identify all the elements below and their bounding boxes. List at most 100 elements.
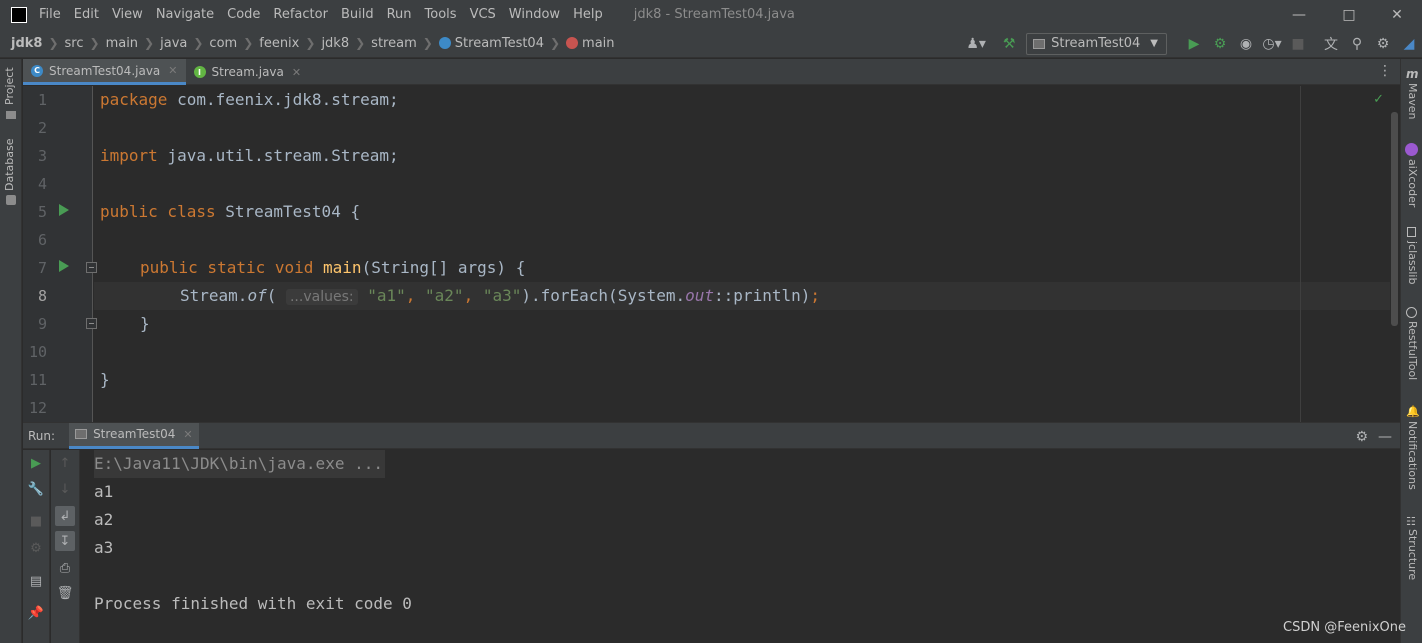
intellij-logo-icon[interactable] xyxy=(11,6,27,23)
class-icon xyxy=(438,37,451,49)
close-icon[interactable]: ✕ xyxy=(183,428,192,441)
build-hammer-icon[interactable]: ⚒ xyxy=(997,32,1021,56)
breadcrumb-src[interactable]: src xyxy=(65,36,84,51)
aixcoder-tool-tab[interactable]: aiXcoder xyxy=(1406,159,1419,207)
notifications-tool-tab[interactable]: Notifications xyxy=(1406,421,1419,490)
line-number: 11 xyxy=(28,371,47,389)
menu-help[interactable]: Help xyxy=(573,7,603,22)
profile-icon[interactable]: ◷▾ xyxy=(1260,32,1284,56)
stop-icon[interactable]: ■ xyxy=(1286,32,1310,56)
minimize-button[interactable]: — xyxy=(1276,0,1322,29)
maximize-button[interactable]: □ xyxy=(1326,0,1372,29)
debug-icon[interactable]: ⚙ xyxy=(1208,32,1232,56)
static-field: out xyxy=(685,286,715,305)
breadcrumb-class[interactable]: StreamTest04 xyxy=(438,35,544,51)
pin-icon[interactable]: 📌 xyxy=(26,603,46,623)
breadcrumb-java[interactable]: java xyxy=(160,36,187,51)
menu-refactor[interactable]: Refactor xyxy=(273,7,328,22)
database-tool-tab[interactable]: Database xyxy=(3,139,16,192)
restfultool-tool-tab[interactable]: RestfulTool xyxy=(1406,321,1419,380)
run-main-gutter-icon[interactable] xyxy=(59,260,69,272)
run-icon[interactable]: ▶ xyxy=(1182,32,1206,56)
structure-tool-tab[interactable]: Structure xyxy=(1406,529,1419,580)
fold-icon[interactable] xyxy=(86,262,97,273)
chevron-right-icon: ❯ xyxy=(305,36,316,50)
menu-edit[interactable]: Edit xyxy=(74,7,99,22)
right-tool-stripe: m Maven aiXcoder jclasslib RestfulTool 🔔… xyxy=(1400,59,1422,643)
restfultool-tab-label: RestfulTool xyxy=(1406,321,1419,381)
project-tool-tab[interactable]: Project xyxy=(3,67,16,105)
scroll-to-end-icon[interactable]: ↧ xyxy=(55,531,75,551)
stop-icon[interactable]: ■ xyxy=(26,511,46,531)
wrench-icon[interactable]: 🔧 xyxy=(26,479,46,499)
menu-view[interactable]: View xyxy=(112,7,143,22)
code-line-8: Stream.of( ...values: "a1", "a2", "a3").… xyxy=(180,282,820,310)
rerun-icon[interactable]: ▶ xyxy=(26,453,46,473)
maven-tool-tab[interactable]: Maven xyxy=(1406,83,1419,119)
jclasslib-tool-tab[interactable]: jclasslib xyxy=(1406,241,1419,284)
line-number: 6 xyxy=(37,231,47,249)
debug-icon[interactable]: ⚙ xyxy=(26,538,46,558)
menu-file[interactable]: File xyxy=(39,7,61,22)
right-margin-guide xyxy=(1300,86,1301,422)
code-line-5: public class StreamTest04 { xyxy=(100,198,360,226)
jclasslib-icon xyxy=(1407,227,1416,237)
window-title: jdk8 - StreamTest04.java xyxy=(633,7,795,22)
fold-icon[interactable] xyxy=(86,318,97,329)
run-configuration-label: StreamTest04 xyxy=(1051,36,1141,51)
trash-icon[interactable]: 🗑 xyxy=(55,583,75,603)
coverage-icon[interactable]: ◉ xyxy=(1234,32,1258,56)
breadcrumb-stream[interactable]: stream xyxy=(371,36,417,51)
translate-icon[interactable]: 文 xyxy=(1319,32,1343,56)
arrow-down-icon[interactable]: ↓ xyxy=(55,479,75,499)
menu-vcs[interactable]: VCS xyxy=(470,7,496,22)
comma: , xyxy=(405,286,426,305)
run-configuration-select[interactable]: StreamTest04 ▼ xyxy=(1026,32,1167,55)
menu-code[interactable]: Code xyxy=(227,7,260,22)
breadcrumb-com[interactable]: com xyxy=(209,36,237,51)
jetbrains-toolbox-icon[interactable]: ◢ xyxy=(1397,32,1421,56)
more-tabs-icon[interactable]: ⋮ xyxy=(1378,63,1392,79)
breadcrumb-main[interactable]: main xyxy=(106,36,138,51)
tab-streamtest04[interactable]: C StreamTest04.java ✕ xyxy=(23,59,186,85)
breadcrumb-feenix[interactable]: feenix xyxy=(259,36,299,51)
arrow-up-icon[interactable]: ↑ xyxy=(55,453,75,473)
left-tool-stripe: Project Database xyxy=(0,59,22,643)
run-tab-streamtest04[interactable]: StreamTest04 ✕ xyxy=(69,422,199,449)
menu-window[interactable]: Window xyxy=(509,7,560,22)
editor-gutter[interactable]: 1 2 3 4 5 6 7 8 9 10 11 12 xyxy=(23,86,97,422)
main-toolbar: ♟▾ ⚒ StreamTest04 ▼ ▶ ⚙ ◉ ◷▾ ■ 文 ⚲ ⚙ ◢ xyxy=(963,29,1422,58)
soft-wrap-icon[interactable]: ↲ xyxy=(55,506,75,526)
breadcrumb-method[interactable]: main xyxy=(566,36,615,51)
close-icon[interactable]: ✕ xyxy=(292,66,301,79)
menu-tools[interactable]: Tools xyxy=(425,7,457,22)
settings-gear-icon[interactable]: ⚙ xyxy=(1355,429,1368,445)
editor-scrollbar[interactable] xyxy=(1391,112,1398,326)
line-number: 3 xyxy=(37,147,47,165)
parameter-hint: ...values: xyxy=(285,289,358,305)
menu-run[interactable]: Run xyxy=(387,7,412,22)
breadcrumb-jdk8-package[interactable]: jdk8 xyxy=(321,36,349,51)
menu-navigate[interactable]: Navigate xyxy=(156,7,214,22)
user-icon[interactable]: ♟▾ xyxy=(964,32,988,56)
print-icon[interactable]: ⎙ xyxy=(55,558,75,578)
code-editor[interactable]: 1 2 3 4 5 6 7 8 9 10 11 12 package com.f… xyxy=(23,86,1400,422)
jclasslib-tab-label: jclasslib xyxy=(1406,241,1419,285)
close-icon[interactable]: ✕ xyxy=(168,64,177,77)
close-window-button[interactable]: ✕ xyxy=(1374,0,1420,29)
run-class-gutter-icon[interactable] xyxy=(59,204,69,216)
hide-panel-icon[interactable]: — xyxy=(1378,429,1392,445)
menu-build[interactable]: Build xyxy=(341,7,374,22)
settings-gear-icon[interactable]: ⚙ xyxy=(1371,32,1395,56)
run-console-output[interactable]: E:\Java11\JDK\bin\java.exe ... a1 a2 a3 … xyxy=(81,450,1400,643)
watermark: CSDN @FeenixOne xyxy=(1283,620,1406,635)
layout-icon[interactable]: ▤ xyxy=(26,571,46,591)
no-problems-check-icon[interactable]: ✓ xyxy=(1373,92,1384,107)
console-command-line[interactable]: E:\Java11\JDK\bin\java.exe ... xyxy=(94,450,385,478)
tab-stream[interactable]: I Stream.java ✕ xyxy=(186,59,310,85)
breadcrumb-jdk8[interactable]: jdk8 xyxy=(11,36,42,51)
breadcrumb-class-label: StreamTest04 xyxy=(454,35,544,51)
globe-icon xyxy=(1406,307,1417,318)
run-toolbar-primary: ▶ 🔧 ■ ⚙ ▤ 📌 xyxy=(23,450,50,643)
search-icon[interactable]: ⚲ xyxy=(1345,32,1369,56)
